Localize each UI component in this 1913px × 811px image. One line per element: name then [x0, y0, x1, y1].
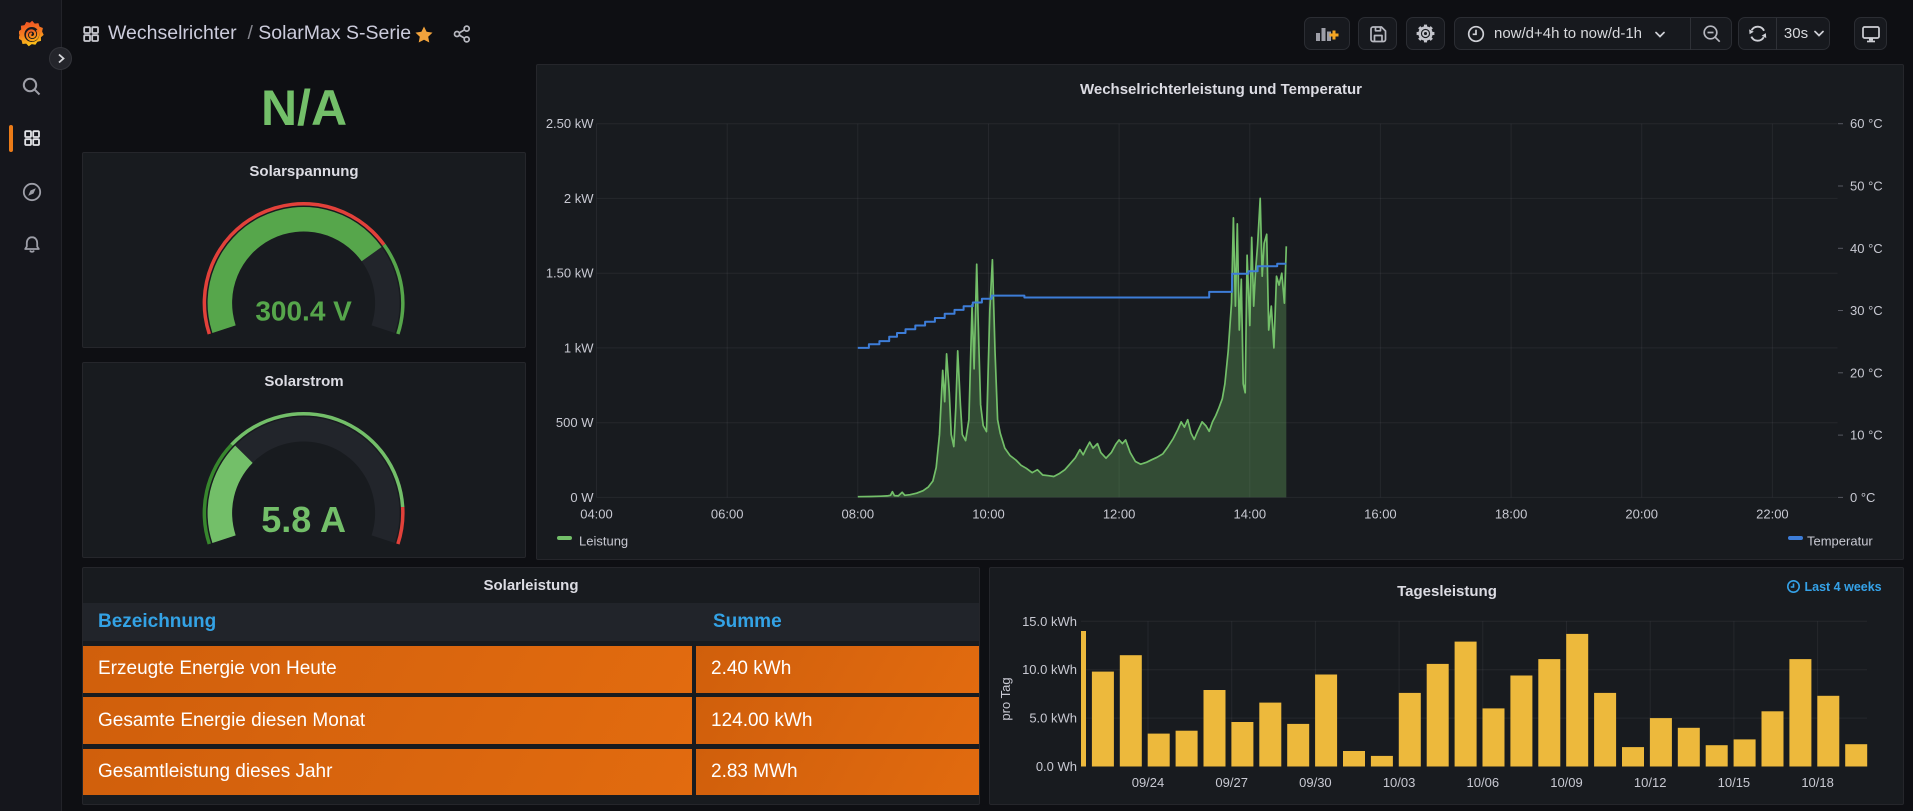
svg-text:0.0 Wh: 0.0 Wh — [1036, 759, 1077, 774]
svg-text:10.0 kWh: 10.0 kWh — [1022, 662, 1077, 677]
svg-text:16:00: 16:00 — [1364, 507, 1397, 522]
svg-text:10/12: 10/12 — [1634, 775, 1667, 790]
svg-text:Last 4 weeks: Last 4 weeks — [1805, 580, 1882, 594]
svg-text:10:00: 10:00 — [972, 507, 1005, 522]
svg-text:10/18: 10/18 — [1801, 775, 1834, 790]
svg-text:500 W: 500 W — [556, 415, 594, 430]
svg-text:0 W: 0 W — [570, 490, 594, 505]
svg-text:40 °C: 40 °C — [1850, 241, 1883, 256]
svg-text:10/03: 10/03 — [1383, 775, 1416, 790]
svg-text:08:00: 08:00 — [842, 507, 875, 522]
svg-text:Wechselrichterleistung und Tem: Wechselrichterleistung und Temperatur — [1080, 81, 1362, 98]
svg-text:50 °C: 50 °C — [1850, 179, 1883, 194]
svg-text:12:00: 12:00 — [1103, 507, 1136, 522]
svg-text:20 °C: 20 °C — [1850, 365, 1883, 380]
svg-text:Temperatur: Temperatur — [1807, 534, 1873, 549]
svg-text:09/24: 09/24 — [1132, 775, 1165, 790]
svg-text:20:00: 20:00 — [1625, 507, 1658, 522]
svg-text:5.0 kWh: 5.0 kWh — [1029, 711, 1077, 726]
svg-text:10/06: 10/06 — [1467, 775, 1500, 790]
svg-text:04:00: 04:00 — [580, 507, 613, 522]
svg-text:Tagesleistung: Tagesleistung — [1397, 583, 1497, 600]
svg-text:22:00: 22:00 — [1756, 507, 1789, 522]
svg-text:300.4 V: 300.4 V — [255, 296, 352, 327]
svg-text:18:00: 18:00 — [1495, 507, 1528, 522]
svg-text:30 °C: 30 °C — [1850, 303, 1883, 318]
svg-text:1 kW: 1 kW — [564, 340, 594, 355]
svg-text:1.50 kW: 1.50 kW — [546, 266, 594, 281]
svg-text:0 °C: 0 °C — [1850, 490, 1875, 505]
svg-text:5.8 A: 5.8 A — [261, 499, 346, 540]
svg-text:pro Tag: pro Tag — [998, 677, 1013, 720]
svg-text:06:00: 06:00 — [711, 507, 744, 522]
svg-text:09/27: 09/27 — [1215, 775, 1248, 790]
svg-text:10/15: 10/15 — [1718, 775, 1751, 790]
svg-text:15.0 kWh: 15.0 kWh — [1022, 614, 1077, 629]
svg-text:60 °C: 60 °C — [1850, 116, 1883, 131]
svg-text:09/30: 09/30 — [1299, 775, 1332, 790]
svg-text:2 kW: 2 kW — [564, 191, 594, 206]
svg-text:Leistung: Leistung — [579, 534, 628, 549]
svg-text:10 °C: 10 °C — [1850, 428, 1883, 443]
svg-text:10/09: 10/09 — [1550, 775, 1583, 790]
svg-text:14:00: 14:00 — [1234, 507, 1267, 522]
svg-text:2.50 kW: 2.50 kW — [546, 116, 594, 131]
